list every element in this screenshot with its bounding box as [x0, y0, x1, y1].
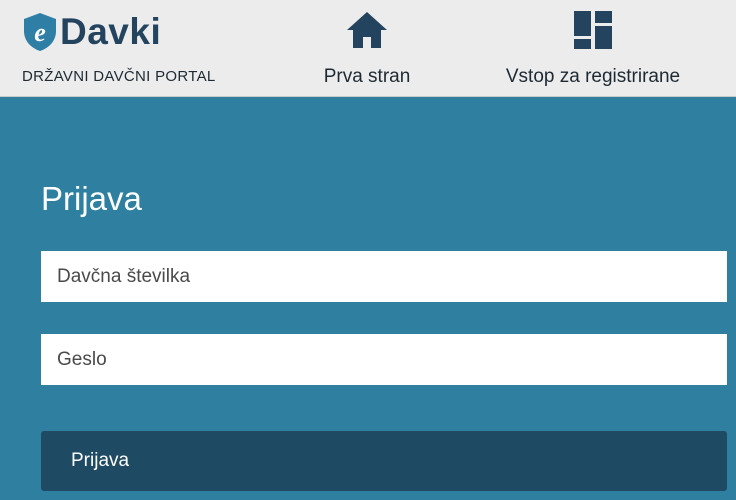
tax-number-input[interactable] [41, 251, 727, 302]
nav-registered-login-label: Vstop za registrirane [505, 66, 681, 87]
login-button[interactable]: Prijava [41, 431, 727, 491]
logo-letter: e [34, 18, 46, 47]
nav-registered-login-link[interactable]: Vstop za registrirane [488, 8, 698, 94]
login-title: Prijava [41, 180, 142, 217]
brand-name: Davki [60, 11, 162, 52]
brand-subtitle: DRŽAVNI DAVČNI PORTAL [22, 68, 216, 85]
brand-logo-link[interactable]: e Davki DRŽAVNI DAVČNI PORTAL [22, 8, 262, 94]
top-header: e Davki DRŽAVNI DAVČNI PORTAL Prva stran… [0, 0, 736, 97]
home-icon [347, 12, 387, 48]
nav-home-label: Prva stran [323, 66, 411, 87]
nav-home-link[interactable]: Prva stran [300, 8, 434, 94]
login-panel: Prijava Prijava [0, 97, 736, 500]
dashboard-icon [574, 11, 612, 49]
shield-logo-icon: e [24, 13, 56, 51]
logo-row: e Davki [22, 10, 161, 54]
password-input[interactable] [41, 334, 727, 385]
